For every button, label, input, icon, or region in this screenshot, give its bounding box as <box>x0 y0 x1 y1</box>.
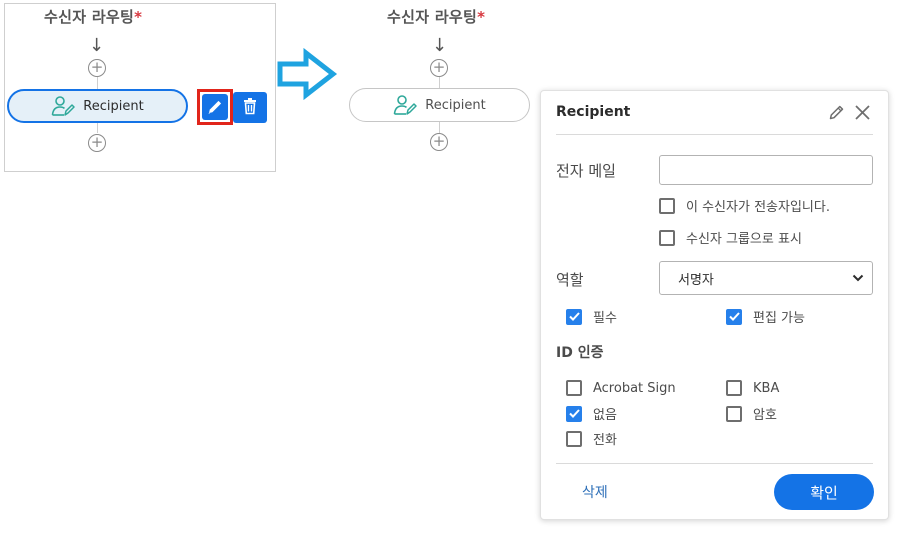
auth-checkbox[interactable] <box>726 405 742 422</box>
group-checkbox[interactable] <box>659 229 675 246</box>
role-select[interactable]: 서명자 <box>659 261 873 295</box>
sender-option[interactable]: 이 수신자가 전송자입니다. <box>659 196 830 215</box>
auth-option-password[interactable]: 암호 <box>726 404 777 423</box>
routing-title-text: 수신자 라우팅 <box>387 8 478 26</box>
auth-option-phone[interactable]: 전화 <box>566 429 617 448</box>
auth-option-label: 전화 <box>593 433 617 448</box>
editable-option-label: 편집 가능 <box>753 311 805 326</box>
recipient-node-selected[interactable]: Recipient <box>7 89 188 123</box>
close-icon[interactable] <box>854 104 871 125</box>
connector-line <box>97 77 98 89</box>
required-option[interactable]: 필수 <box>566 307 617 326</box>
id-auth-label: ID 인증 <box>556 345 604 361</box>
connector-line <box>439 77 440 88</box>
sender-checkbox[interactable] <box>659 197 675 214</box>
routing-title-text: 수신자 라우팅 <box>44 8 135 26</box>
right-arrow-icon <box>276 47 338 104</box>
chevron-down-icon <box>852 271 864 286</box>
trash-icon <box>241 97 259 119</box>
delete-button[interactable]: 삭제 <box>582 482 608 502</box>
checkmark-icon <box>568 312 580 321</box>
add-recipient-above-button[interactable]: + <box>88 59 106 77</box>
recipient-node[interactable]: Recipient <box>349 88 530 122</box>
auth-option-label: 없음 <box>593 408 617 423</box>
group-option-label: 수신자 그룹으로 표시 <box>686 232 802 247</box>
confirm-button[interactable]: 확인 <box>774 474 874 510</box>
recipient-label: Recipient <box>83 98 144 114</box>
plus-icon: + <box>432 132 446 150</box>
auth-checkbox[interactable] <box>566 405 582 422</box>
group-option[interactable]: 수신자 그룹으로 표시 <box>659 228 802 247</box>
left-routing-title: 수신자 라우팅* <box>44 6 142 27</box>
sender-option-label: 이 수신자가 전송자입니다. <box>686 200 830 215</box>
auth-option-label: Acrobat Sign <box>593 380 676 396</box>
delete-recipient-button[interactable] <box>233 92 267 123</box>
auth-option-label: KBA <box>753 380 780 396</box>
recipient-signer-icon <box>51 95 76 117</box>
email-field[interactable] <box>659 155 873 185</box>
auth-option-none[interactable]: 없음 <box>566 404 617 423</box>
required-option-label: 필수 <box>593 311 617 326</box>
editable-checkbox[interactable] <box>726 308 742 325</box>
add-recipient-below-button[interactable]: + <box>88 134 106 152</box>
plus-icon: + <box>90 58 104 76</box>
plus-icon: + <box>432 58 446 76</box>
arrow-down-icon: ↓ <box>89 35 105 56</box>
popup-header-divider <box>556 134 873 135</box>
pencil-icon[interactable] <box>828 104 845 125</box>
required-mark: * <box>134 8 143 26</box>
arrow-down-icon: ↓ <box>432 35 448 56</box>
required-checkbox[interactable] <box>566 308 582 325</box>
connector-line <box>97 123 98 133</box>
auth-option-label: 암호 <box>753 408 777 423</box>
auth-checkbox[interactable] <box>726 380 742 396</box>
role-label: 역할 <box>556 271 584 289</box>
add-recipient-below-button[interactable]: + <box>430 133 448 151</box>
auth-option-kba[interactable]: KBA <box>726 380 779 396</box>
email-label: 전자 메일 <box>556 162 616 180</box>
pencil-icon <box>202 94 228 120</box>
required-mark: * <box>477 8 486 26</box>
edit-recipient-button[interactable] <box>197 89 233 125</box>
auth-checkbox[interactable] <box>566 380 582 396</box>
recipient-label: Recipient <box>425 97 486 113</box>
auth-option-acrobat-sign[interactable]: Acrobat Sign <box>566 380 676 396</box>
confirm-button-label: 확인 <box>810 483 838 502</box>
popup-footer-divider <box>556 463 873 464</box>
popup-title: Recipient <box>556 104 631 120</box>
checkmark-icon <box>568 409 580 418</box>
role-selected-value: 서명자 <box>678 272 714 288</box>
checkmark-icon <box>728 312 740 321</box>
left-routing-panel <box>4 3 276 172</box>
right-routing-title: 수신자 라우팅* <box>387 6 485 27</box>
add-recipient-above-button[interactable]: + <box>430 59 448 77</box>
editable-option[interactable]: 편집 가능 <box>726 307 805 326</box>
recipient-signer-icon <box>393 94 418 116</box>
plus-icon: + <box>90 133 104 151</box>
auth-checkbox[interactable] <box>566 430 582 447</box>
